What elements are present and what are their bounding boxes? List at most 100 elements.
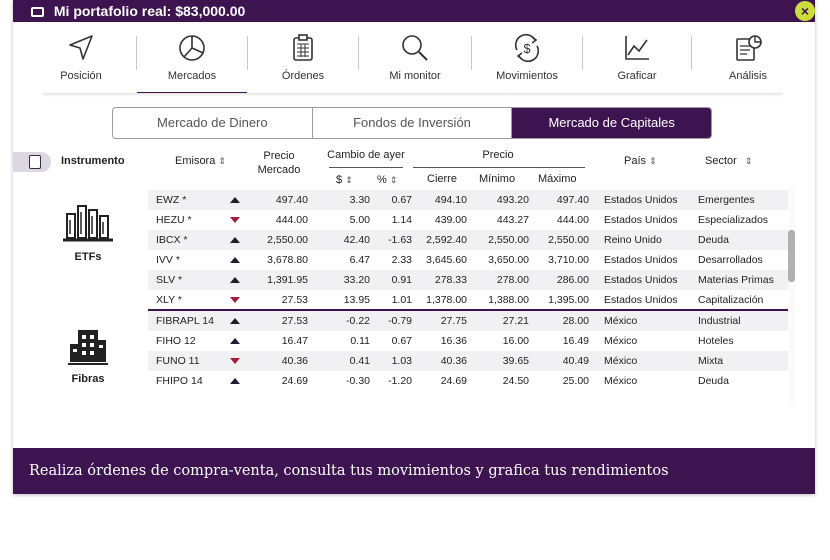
cell-emisora: EWZ *	[156, 194, 187, 206]
cell-pais: México	[604, 355, 638, 367]
table-scrollbar-thumb[interactable]	[788, 230, 795, 282]
header-minimo: Mínimo	[479, 173, 516, 185]
fibra-building-icon	[68, 330, 108, 365]
cell-emisora: XLY *	[156, 294, 182, 306]
sort-icon: ⇕	[345, 175, 353, 185]
cell-emisora: FIBRAPL 14	[156, 315, 214, 327]
tool-ordenes[interactable]: Órdenes	[248, 22, 358, 94]
cell-emisora: FHIPO 14	[156, 375, 203, 387]
header-precio-mercado: Precio Mercado	[253, 149, 305, 177]
cell-sector: Capitalización	[698, 294, 764, 306]
tab-fondos-de-inversion[interactable]: Fondos de Inversión	[313, 108, 513, 138]
tool-label: Mercados	[167, 70, 217, 82]
table-row[interactable]: IVV * 3,678.80 6.47 2.33 3,645.60 3,650.…	[148, 250, 788, 270]
group-fibras: Fibras	[33, 326, 143, 385]
cell-cambio: 0.41	[349, 355, 370, 367]
cell-pais: Reino Unido	[604, 234, 662, 246]
close-button[interactable]: ×	[795, 1, 815, 21]
table-row[interactable]: EWZ * 497.40 3.30 0.67 494.10 493.20 497…	[148, 190, 788, 210]
tool-movimientos[interactable]: $ Movimientos	[472, 22, 582, 94]
table-row[interactable]: XLY * 27.53 13.95 1.01 1,378.00 1,388.00…	[148, 290, 788, 310]
cell-cambio: 6.47	[349, 254, 370, 266]
cell-sector: Desarrollados	[698, 254, 763, 266]
etf-buildings-icon	[63, 205, 113, 242]
table-row[interactable]: SLV * 1,391.95 33.20 0.91 278.33 278.00 …	[148, 270, 788, 290]
table-row[interactable]: FIBRAPL 14 27.53 -0.22 -0.79 27.75 27.21…	[148, 311, 788, 331]
tool-analisis[interactable]: Análisis	[692, 22, 804, 94]
header-cambio-pct-label: %	[377, 174, 387, 186]
cell-maximo: 444.00	[556, 214, 589, 226]
header-cambio-pct[interactable]: % ⇕	[377, 174, 397, 186]
cell-precio: 444.00	[275, 214, 308, 226]
cell-cierre: 27.75	[440, 315, 467, 327]
cell-maximo: 28.00	[562, 315, 589, 327]
sort-icon: ⇕	[744, 156, 753, 166]
cell-emisora: IVV *	[156, 254, 180, 266]
table-scrollbar-track[interactable]	[789, 186, 795, 402]
clipboard-icon	[293, 34, 313, 61]
cell-minimo: 3,650.00	[488, 254, 529, 266]
trend-down-icon	[230, 217, 240, 223]
cell-cierre: 278.33	[434, 274, 467, 286]
cell-cambio: -0.30	[346, 375, 370, 387]
cell-precio: 16.47	[281, 335, 308, 347]
title-bar: Mi portafolio real: $83,000.00	[13, 0, 815, 22]
cell-pct: -1.20	[388, 375, 412, 387]
cell-pais: México	[604, 375, 638, 387]
cell-cambio: 33.20	[343, 274, 370, 286]
sort-icon: ⇕	[649, 156, 657, 166]
header-cambio-usd[interactable]: $ ⇕	[336, 174, 353, 186]
table-row[interactable]: FUNO 11 40.36 0.41 1.03 40.36 39.65 40.4…	[148, 351, 788, 371]
cell-pct: 1.01	[391, 294, 412, 306]
cell-cambio: 13.95	[343, 294, 370, 306]
header-cambio-de-ayer: Cambio de ayer	[327, 149, 405, 161]
header-underline	[413, 167, 585, 168]
header-maximo: Máximo	[538, 173, 577, 185]
cell-minimo: 24.50	[502, 375, 529, 387]
cell-maximo: 286.00	[556, 274, 589, 286]
cell-cierre: 494.10	[434, 194, 467, 206]
sort-icon: ⇕	[389, 175, 398, 185]
tool-graficar[interactable]: Graficar	[583, 22, 691, 94]
cell-maximo: 497.40	[556, 194, 589, 206]
cell-pct: 0.67	[391, 335, 412, 347]
table-row[interactable]: FHIPO 14 24.69 -0.30 -1.20 24.69 24.50 2…	[148, 371, 788, 391]
cell-pct: 0.91	[391, 274, 412, 286]
cell-precio: 24.69	[281, 375, 308, 387]
header-emisora-label: Emisora	[175, 155, 216, 167]
toolbar-shadow	[43, 93, 783, 97]
header-emisora[interactable]: Emisora ⇕	[175, 155, 226, 167]
cell-emisora: IBCX *	[156, 234, 188, 246]
tool-posicion[interactable]: Posición	[25, 22, 137, 94]
instrument-filter-button[interactable]	[13, 152, 51, 172]
cell-minimo: 278.00	[496, 274, 529, 286]
tool-mi-monitor[interactable]: Mi monitor	[359, 22, 471, 94]
line-chart-icon	[625, 36, 649, 60]
tool-label: Análisis	[729, 70, 767, 82]
header-precio-group: Precio	[482, 149, 514, 161]
header-sector[interactable]: Sector ⇕	[705, 155, 752, 167]
cell-cierre: 24.69	[440, 375, 467, 387]
cell-sector: Mixta	[698, 355, 724, 367]
header-sector-label: Sector	[705, 155, 737, 167]
cell-sector: Especializados	[698, 214, 769, 226]
portfolio-window: Mi portafolio real: $83,000.00 × Posició…	[13, 0, 815, 494]
table-row[interactable]: FIHO 12 16.47 0.11 0.67 16.36 16.00 16.4…	[148, 331, 788, 351]
navigation-arrow-icon	[69, 35, 93, 60]
cell-pct: 2.33	[391, 254, 412, 266]
header-precio-mercado-line1: Precio	[263, 150, 295, 162]
cell-pais: Estados Unidos	[604, 274, 678, 286]
header-cierre: Cierre	[427, 173, 457, 185]
group-fibras-label: Fibras	[71, 373, 105, 385]
trend-up-icon	[230, 318, 240, 324]
cell-minimo: 39.65	[502, 355, 529, 367]
table-row[interactable]: IBCX * 2,550.00 42.40 -1.63 2,592.40 2,5…	[148, 230, 788, 250]
tab-mercado-de-capitales[interactable]: Mercado de Capitales	[512, 108, 711, 138]
table-row[interactable]: HEZU * 444.00 5.00 1.14 439.00 443.27 44…	[148, 210, 788, 230]
tab-mercado-de-dinero[interactable]: Mercado de Dinero	[113, 108, 313, 138]
cell-maximo: 25.00	[562, 375, 589, 387]
header-pais[interactable]: País ⇕	[624, 155, 657, 167]
cell-maximo: 40.49	[562, 355, 589, 367]
tool-label: Movimientos	[496, 70, 558, 82]
tool-mercados[interactable]: Mercados	[137, 22, 247, 94]
